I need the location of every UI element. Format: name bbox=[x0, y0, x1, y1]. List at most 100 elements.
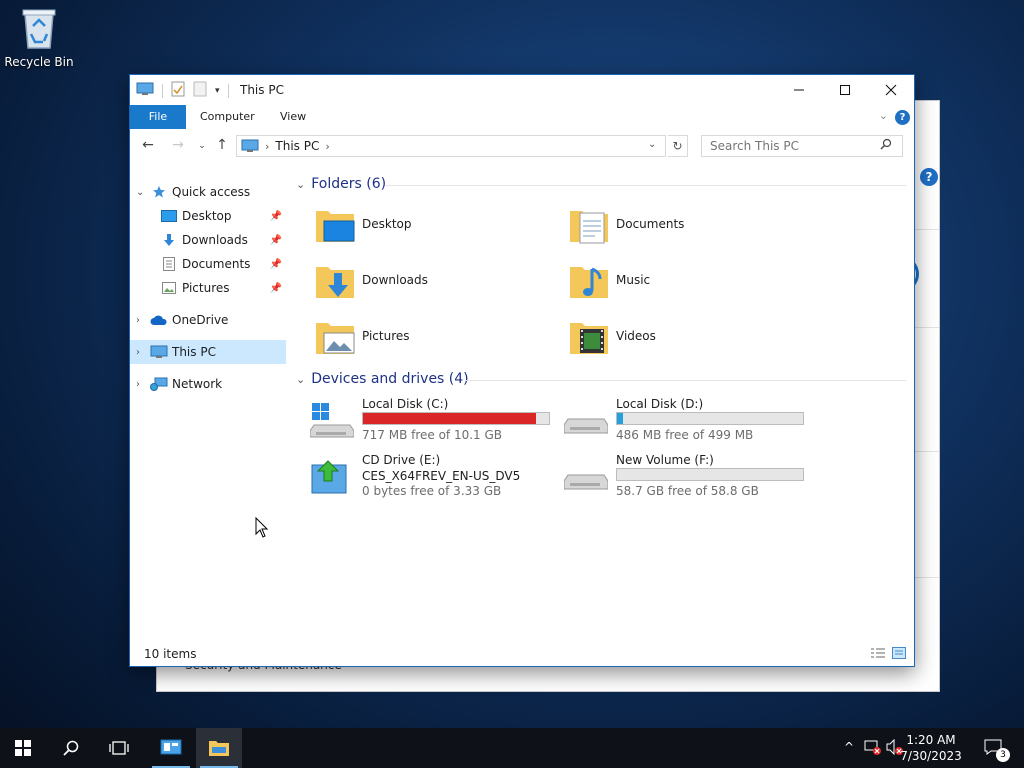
collapsed-chevron-icon[interactable]: › bbox=[136, 379, 150, 390]
minimize-button[interactable] bbox=[776, 75, 822, 105]
task-view-icon bbox=[109, 741, 129, 755]
sidebar-item-downloads[interactable]: Downloads 📌 bbox=[130, 228, 286, 252]
drive-usage-fill bbox=[363, 413, 536, 424]
folder-downloads[interactable]: Downloads bbox=[314, 255, 554, 305]
start-button[interactable] bbox=[0, 728, 46, 768]
folder-name: Music bbox=[616, 273, 651, 287]
folder-videos[interactable]: Videos bbox=[568, 311, 808, 361]
breadcrumb-chevron-icon[interactable]: › bbox=[265, 140, 269, 153]
document-icon bbox=[160, 256, 178, 272]
forward-arrow-icon[interactable]: → bbox=[168, 137, 188, 157]
expanded-chevron-icon[interactable]: ⌄ bbox=[136, 187, 150, 198]
windows-logo-icon bbox=[15, 740, 31, 756]
folder-music[interactable]: Music bbox=[568, 255, 808, 305]
address-input[interactable]: › This PC › bbox=[236, 135, 666, 157]
ribbon-tabs: File Computer View ⌄ ? bbox=[130, 105, 914, 129]
sidebar-item-onedrive[interactable]: › OneDrive bbox=[130, 308, 286, 332]
sidebar-item-label: Documents bbox=[182, 257, 251, 271]
pictures-icon bbox=[160, 280, 178, 296]
sidebar-item-this-pc[interactable]: › This PC bbox=[130, 340, 286, 364]
file-explorer-icon bbox=[209, 741, 229, 756]
customize-toolbar-chevron-icon[interactable]: ▾ bbox=[215, 86, 220, 96]
computer-icon bbox=[150, 344, 168, 360]
search-icon bbox=[880, 138, 892, 153]
tab-computer[interactable]: Computer bbox=[200, 105, 255, 129]
star-icon bbox=[150, 184, 168, 200]
background-help-icon[interactable]: ? bbox=[920, 168, 938, 186]
address-dropdown-chevron-icon[interactable]: ⌄ bbox=[648, 139, 656, 150]
sidebar-item-pictures[interactable]: Pictures 📌 bbox=[130, 276, 286, 300]
drive-local-c[interactable]: Local Disk (C:) 717 MB free of 10.1 GB bbox=[309, 397, 560, 449]
up-arrow-icon[interactable]: ↑ bbox=[212, 137, 232, 157]
drive-usage-bar bbox=[616, 412, 804, 425]
recycle-bin-shortcut[interactable]: Recycle Bin bbox=[4, 6, 74, 69]
drive-usage-bar bbox=[616, 468, 804, 481]
properties-icon[interactable] bbox=[171, 81, 185, 100]
group-title: Devices and drives (4) bbox=[311, 371, 469, 387]
search-input[interactable] bbox=[701, 135, 903, 157]
folder-desktop[interactable]: Desktop bbox=[314, 199, 554, 249]
close-button[interactable] bbox=[868, 75, 914, 105]
task-view-button[interactable] bbox=[96, 728, 142, 768]
videos-folder-icon bbox=[568, 315, 610, 357]
tab-view[interactable]: View bbox=[280, 105, 306, 129]
sidebar-item-quick-access[interactable]: ⌄ Quick access bbox=[130, 180, 286, 204]
taskbar-server-manager[interactable] bbox=[148, 728, 194, 768]
maximize-button[interactable] bbox=[822, 75, 868, 105]
breadcrumb-this-pc[interactable]: This PC bbox=[275, 139, 319, 153]
sidebar-item-desktop[interactable]: Desktop 📌 bbox=[130, 204, 286, 228]
group-header-devices[interactable]: ⌄ Devices and drives (4) bbox=[296, 371, 469, 387]
divider bbox=[466, 380, 906, 381]
help-icon[interactable]: ? bbox=[895, 110, 910, 125]
network-icon bbox=[150, 376, 168, 392]
drive-free-space: 58.7 GB free of 58.8 GB bbox=[616, 484, 759, 498]
tab-file[interactable]: File bbox=[130, 105, 186, 129]
sidebar-item-label: Network bbox=[172, 377, 223, 391]
new-folder-icon[interactable] bbox=[193, 81, 207, 100]
search-icon bbox=[63, 740, 79, 756]
window-controls bbox=[776, 75, 914, 105]
sidebar-item-label: Desktop bbox=[182, 209, 232, 223]
drive-local-d[interactable]: Local Disk (D:) 486 MB free of 499 MB bbox=[563, 397, 814, 449]
collapsed-chevron-icon[interactable]: › bbox=[136, 347, 150, 358]
system-clock[interactable]: 1:20 AM 7/30/2023 bbox=[896, 732, 966, 764]
refresh-icon[interactable]: ↻ bbox=[668, 135, 688, 157]
recycle-bin-icon bbox=[22, 9, 56, 49]
drive-free-space: 486 MB free of 499 MB bbox=[616, 428, 754, 442]
drive-new-volume-f[interactable]: New Volume (F:) 58.7 GB free of 58.8 GB bbox=[563, 453, 814, 505]
pin-icon[interactable]: 📌 bbox=[270, 259, 282, 270]
show-hidden-icons-chevron-icon[interactable]: ^ bbox=[844, 740, 854, 754]
details-view-icon[interactable] bbox=[870, 647, 886, 662]
expanded-chevron-icon[interactable]: ⌄ bbox=[296, 178, 305, 191]
navigation-pane: ⌄ Quick access Desktop 📌 Downloads 📌 Doc bbox=[130, 175, 290, 635]
folder-documents[interactable]: Documents bbox=[568, 199, 808, 249]
network-disconnected-icon[interactable] bbox=[864, 739, 882, 758]
expand-ribbon-chevron-icon[interactable]: ⌄ bbox=[879, 109, 888, 122]
drive-name: Local Disk (C:) bbox=[362, 397, 449, 411]
status-bar: 10 items bbox=[130, 642, 914, 666]
drive-cd-e[interactable]: CD Drive (E:) CES_X64FREV_EN-US_DV5 0 by… bbox=[310, 453, 560, 505]
taskbar-file-explorer[interactable] bbox=[196, 728, 242, 768]
pictures-folder-icon bbox=[314, 315, 356, 357]
expanded-chevron-icon[interactable]: ⌄ bbox=[296, 373, 305, 386]
drive-free-space: 717 MB free of 10.1 GB bbox=[362, 428, 503, 442]
breadcrumb-chevron-icon[interactable]: › bbox=[325, 140, 329, 153]
pin-icon[interactable]: 📌 bbox=[270, 211, 282, 222]
folder-name: Videos bbox=[616, 329, 656, 343]
sidebar-item-documents[interactable]: Documents 📌 bbox=[130, 252, 286, 276]
back-arrow-icon[interactable]: ← bbox=[138, 137, 158, 157]
search-button[interactable] bbox=[48, 728, 94, 768]
folder-pictures[interactable]: Pictures bbox=[314, 311, 554, 361]
file-explorer-window[interactable]: ▾ This PC File Computer View ⌄ ? ← → ⌄ ↑ bbox=[129, 74, 915, 667]
pin-icon[interactable]: 📌 bbox=[270, 283, 282, 294]
server-manager-icon bbox=[160, 739, 182, 755]
pin-icon[interactable]: 📌 bbox=[270, 235, 282, 246]
recent-locations-chevron-icon[interactable]: ⌄ bbox=[192, 141, 212, 161]
windows-drive-icon bbox=[309, 403, 355, 439]
large-icons-view-icon[interactable] bbox=[892, 647, 906, 662]
title-bar[interactable]: ▾ This PC bbox=[130, 75, 914, 105]
minimize-icon bbox=[794, 89, 804, 91]
group-header-folders[interactable]: ⌄ Folders (6) bbox=[296, 176, 386, 192]
sidebar-item-network[interactable]: › Network bbox=[130, 372, 286, 396]
collapsed-chevron-icon[interactable]: › bbox=[136, 315, 150, 326]
